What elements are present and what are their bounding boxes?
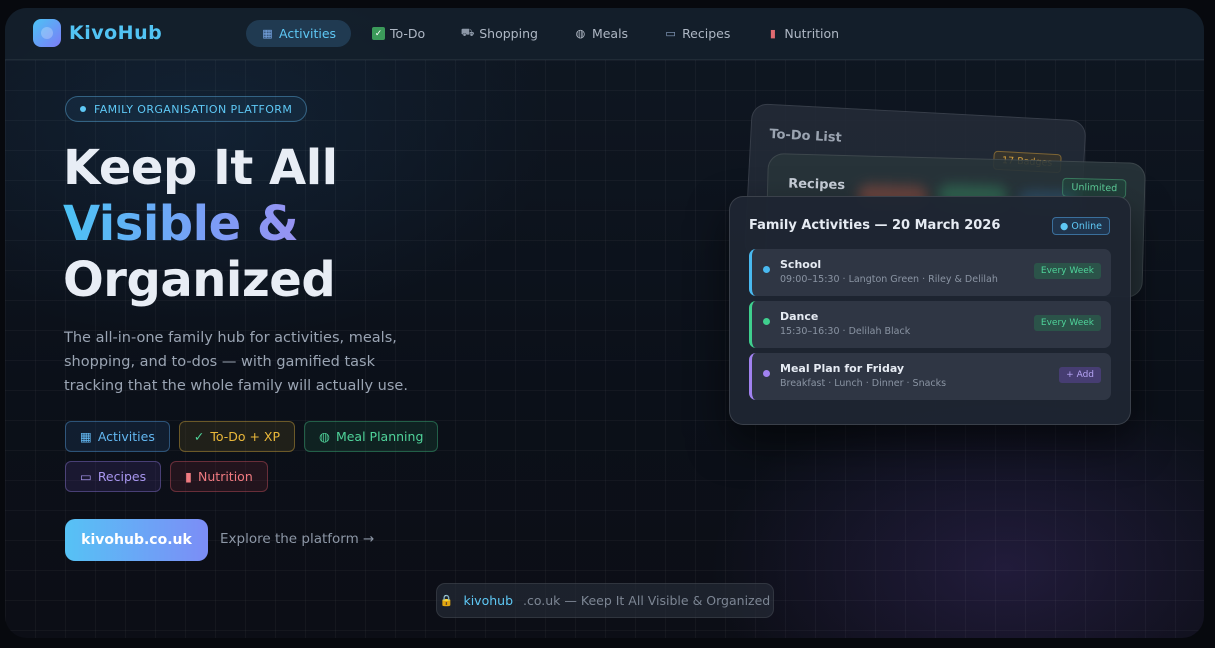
feature-chips: ▦ Activities ✓ To-Do + XP ◍ Meal Plannin… bbox=[65, 421, 445, 492]
cta-button[interactable]: kivohub.co.uk bbox=[65, 519, 208, 561]
activity-meta: Breakfast · Lunch · Dinner · Snacks bbox=[780, 378, 947, 389]
chip-recipes[interactable]: ▭ Recipes bbox=[65, 461, 162, 492]
activity-dot bbox=[763, 266, 770, 273]
cart-icon: ⛟ bbox=[460, 26, 475, 39]
top-nav: KivoHub ▦ Activities ✓ To-Do ⛟ Shopping … bbox=[5, 8, 1204, 60]
headline-line-3: Organized bbox=[63, 252, 336, 308]
app-frame: KivoHub ▦ Activities ✓ To-Do ⛟ Shopping … bbox=[5, 8, 1204, 638]
activity-name: Meal Plan for Friday bbox=[780, 362, 905, 375]
recurrence-pill: Every Week bbox=[1033, 263, 1101, 279]
logo[interactable]: KivoHub bbox=[33, 19, 162, 47]
chip-label: Recipes bbox=[97, 469, 147, 484]
activity-meta: 09:00–15:30 · Langton Green · Riley & De… bbox=[780, 274, 998, 285]
nav-links: ▦ Activities ✓ To-Do ⛟ Shopping ◍ Meals … bbox=[246, 20, 854, 47]
activity-name: School bbox=[780, 258, 822, 271]
footer-pill: 🔒 kivohub .co.uk — Keep It All Visible &… bbox=[436, 583, 774, 618]
nav-link-label: Nutrition bbox=[784, 26, 840, 41]
activity-row-meal-plan[interactable]: Meal Plan for Friday Breakfast · Lunch ·… bbox=[749, 353, 1111, 400]
hero-subtitle: The all-in-one family hub for activities… bbox=[64, 330, 408, 394]
footer-brand[interactable]: kivohub bbox=[463, 593, 513, 608]
chip-label: Nutrition bbox=[198, 469, 253, 484]
calendar-icon: ▦ bbox=[80, 429, 92, 444]
calendar-icon: ▦ bbox=[262, 27, 273, 40]
todo-card-title: To-Do List bbox=[768, 126, 843, 146]
bar-chart-icon: ▮ bbox=[769, 27, 776, 40]
nav-link-shopping[interactable]: ⛟ Shopping bbox=[446, 20, 553, 47]
nav-link-label: Meals bbox=[591, 26, 629, 41]
badge-dot bbox=[80, 106, 86, 112]
plate-icon: ◍ bbox=[319, 429, 330, 444]
chip-label: Meal Planning bbox=[335, 429, 424, 444]
add-button[interactable]: + Add bbox=[1059, 367, 1101, 383]
activity-dot bbox=[763, 370, 770, 377]
chip-nutrition[interactable]: ▮ Nutrition bbox=[170, 461, 268, 492]
platform-badge: FAMILY ORGANISATION PLATFORM bbox=[65, 96, 308, 122]
nav-link-meals[interactable]: ◍ Meals bbox=[559, 20, 643, 47]
chip-meal-planning[interactable]: ◍ Meal Planning bbox=[304, 421, 439, 452]
book-icon: ▭ bbox=[665, 27, 676, 40]
recurrence-pill: Every Week bbox=[1033, 315, 1101, 331]
activity-meta: 15:30–16:30 · Delilah Black bbox=[780, 326, 911, 337]
chip-activities[interactable]: ▦ Activities bbox=[65, 421, 170, 452]
nav-link-label: Recipes bbox=[682, 26, 731, 41]
checkbox-icon: ✓ bbox=[372, 27, 386, 40]
online-status: ● Online bbox=[1052, 217, 1110, 235]
logo-text: KivoHub bbox=[69, 22, 163, 44]
nav-link-label: To-Do bbox=[390, 26, 426, 41]
lock-icon: 🔒 bbox=[439, 594, 454, 607]
checkbox-icon: ✓ bbox=[193, 429, 205, 444]
activity-row-dance[interactable]: Dance 15:30–16:30 · Delilah Black Every … bbox=[749, 301, 1111, 348]
activity-dot bbox=[763, 318, 770, 325]
bar-chart-icon: ▮ bbox=[185, 469, 193, 484]
footer-text: .co.uk — Keep It All Visible & Organized bbox=[523, 593, 771, 608]
chip-label: To-Do + XP bbox=[210, 429, 281, 444]
activity-name: Dance bbox=[780, 310, 819, 323]
activity-list: School 09:00–15:30 · Langton Green · Ril… bbox=[749, 249, 1111, 405]
activities-card-title: Family Activities — 20 March 2026 bbox=[749, 218, 1001, 233]
hero-headline: Keep It All Visible & Organized bbox=[63, 140, 338, 308]
book-icon: ▭ bbox=[80, 469, 92, 484]
badge-text: FAMILY ORGANISATION PLATFORM bbox=[94, 102, 293, 116]
nav-link-label: Activities bbox=[279, 26, 337, 41]
recipes-card-title: Recipes bbox=[787, 176, 846, 194]
nav-link-recipes[interactable]: ▭ Recipes bbox=[649, 20, 745, 47]
chip-todo-xp[interactable]: ✓ To-Do + XP bbox=[178, 421, 296, 452]
nav-link-activities[interactable]: ▦ Activities bbox=[246, 20, 352, 47]
logo-icon bbox=[33, 19, 61, 47]
headline-line-1: Keep It All bbox=[63, 140, 338, 196]
activities-card: Family Activities — 20 March 2026 ● Onli… bbox=[729, 196, 1131, 425]
activity-row-school[interactable]: School 09:00–15:30 · Langton Green · Ril… bbox=[749, 249, 1111, 296]
nav-link-nutrition[interactable]: ▮ Nutrition bbox=[751, 20, 854, 47]
chip-label: Activities bbox=[97, 429, 155, 444]
nav-link-todo[interactable]: ✓ To-Do bbox=[357, 20, 440, 47]
headline-line-2: Visible & bbox=[63, 196, 338, 252]
explore-link[interactable]: Explore the platform → bbox=[220, 531, 374, 547]
plate-icon: ◍ bbox=[575, 27, 586, 40]
nav-link-label: Shopping bbox=[479, 26, 538, 41]
